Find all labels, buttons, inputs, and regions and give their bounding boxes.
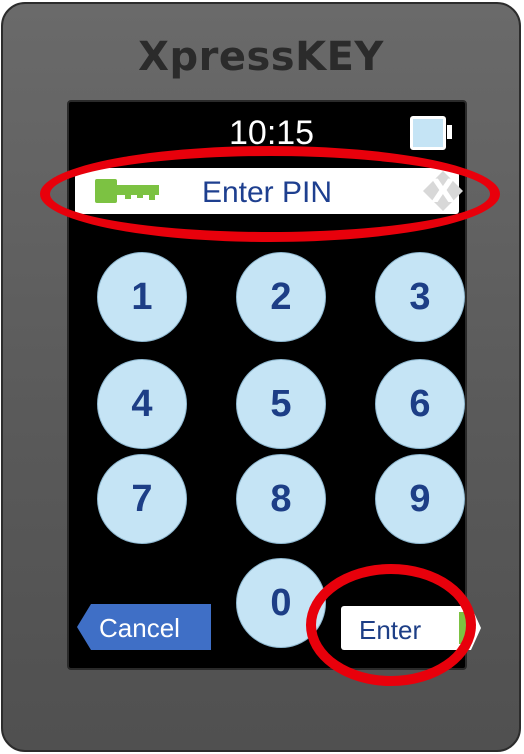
enter-button[interactable]: Enter <box>341 606 481 650</box>
clear-button[interactable]: X <box>423 171 463 211</box>
brand-title: XpressKEY <box>138 34 384 80</box>
clear-icon: X <box>430 172 456 210</box>
key-4[interactable]: 4 <box>97 359 187 449</box>
key-9[interactable]: 9 <box>375 454 465 544</box>
battery-icon <box>410 116 446 150</box>
key-0[interactable]: 0 <box>236 558 326 648</box>
key-3[interactable]: 3 <box>375 252 465 342</box>
device-body: XpressKEY 10:15 Enter PIN X 1 2 3 4 5 6 … <box>1 2 521 752</box>
enter-label: Enter <box>359 615 422 645</box>
key-1[interactable]: 1 <box>97 252 187 342</box>
touch-screen: 10:15 Enter PIN X 1 2 3 4 5 6 7 8 9 0 Ca… <box>67 100 481 670</box>
pin-entry-field[interactable]: Enter PIN X <box>75 168 463 214</box>
key-5[interactable]: 5 <box>236 359 326 449</box>
key-8[interactable]: 8 <box>236 454 326 544</box>
clock: 10:15 <box>229 114 315 152</box>
key-6[interactable]: 6 <box>375 359 465 449</box>
pin-prompt: Enter PIN <box>201 176 333 209</box>
cancel-label: Cancel <box>99 613 180 643</box>
key-7[interactable]: 7 <box>97 454 187 544</box>
cancel-button[interactable]: Cancel <box>77 604 211 650</box>
key-2[interactable]: 2 <box>236 252 326 342</box>
battery-tip <box>447 125 452 139</box>
